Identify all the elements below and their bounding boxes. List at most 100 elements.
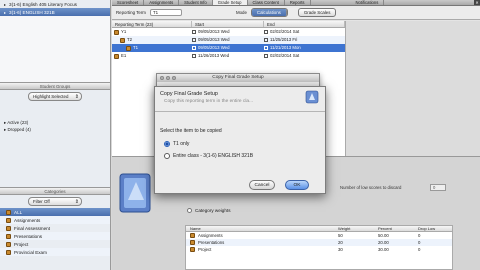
term-cell: Y1 [121, 29, 127, 34]
end-cell: 02/02/2014 Sat [270, 29, 300, 34]
end-cell: 11/25/2013 Fri [270, 37, 298, 42]
dialog-divider [155, 111, 325, 112]
window-titlebar[interactable]: Copy Final Grade Setup [157, 74, 319, 82]
calendar-icon [192, 37, 196, 42]
col-percent[interactable]: Percent [376, 226, 416, 231]
category-label: Presentations [14, 233, 43, 239]
category-weights-table: Name Weight Percent Drop Low Assignments… [185, 225, 453, 270]
course-item-selected[interactable]: ▸ 3(1-6) ENGLISH 321B [0, 8, 110, 16]
category-icon [6, 241, 11, 247]
option-label: T1 only [173, 141, 190, 147]
table-row-selected[interactable]: T1 09/05/2013 Wed 11/21/2013 Mon [112, 44, 345, 52]
filter-popup[interactable]: Filter Off [28, 197, 82, 206]
category-icon [190, 233, 195, 238]
tab-student-info[interactable]: Student Info [179, 0, 213, 5]
tab-reports[interactable]: Reports [285, 0, 311, 5]
status-item[interactable]: ▸ Dropped (4) [0, 126, 110, 133]
table-row[interactable]: T2 09/05/2013 Wed 11/25/2013 Fri [112, 36, 345, 44]
name-cell: Project [198, 247, 212, 252]
col-term[interactable]: Reporting Term (23) [112, 21, 192, 27]
minimize-window-icon[interactable] [166, 76, 170, 80]
drop-low-cell[interactable]: 0 [416, 246, 452, 253]
calendar-icon [192, 53, 196, 58]
category-weights-option[interactable]: Category weights [187, 208, 231, 213]
end-cell: 02/02/2014 Sat [270, 53, 300, 58]
category-item[interactable]: Project [0, 240, 110, 248]
calendar-icon [192, 45, 196, 50]
table-row[interactable]: Presentations 20 20.00 0 [186, 239, 452, 246]
tab-notifications[interactable]: Notifications [351, 0, 385, 5]
col-weight[interactable]: Weight [336, 226, 376, 231]
app-icon [305, 90, 319, 104]
category-item[interactable]: Presentations [0, 232, 110, 240]
student-groups-header: Student Groups [0, 82, 110, 90]
status-item[interactable]: ▸ Active (23) [0, 119, 110, 126]
copy-grade-setup-dialog: Copy Final Grade Setup Copy this reporti… [154, 86, 326, 194]
term-cell: T1 [133, 45, 139, 50]
close-icon[interactable]: ✕ [474, 0, 480, 5]
col-name[interactable]: Name [186, 226, 336, 231]
category-icon [190, 240, 195, 245]
percent-cell: 30.00 [378, 247, 389, 252]
tab-assignments[interactable]: Assignments [144, 0, 180, 5]
category-item[interactable]: ALL [0, 208, 110, 216]
category-icon [190, 247, 195, 252]
category-icon [6, 209, 11, 215]
category-item[interactable]: Assignments [0, 216, 110, 224]
col-drop-low[interactable]: Drop Low [416, 226, 452, 231]
mode-calculations[interactable]: Calculations [251, 9, 287, 16]
col-start[interactable]: Start [192, 21, 264, 27]
radio-entire-class[interactable] [164, 153, 170, 159]
end-cell: 11/21/2013 Mon [270, 45, 301, 50]
reporting-term-field[interactable]: T1 [149, 9, 182, 16]
option-term-only[interactable]: T1 only [164, 141, 189, 147]
weights-table-empty [186, 253, 452, 269]
weight-cell[interactable]: 30 [336, 246, 376, 253]
col-end[interactable]: End [264, 21, 345, 27]
option-entire-class[interactable]: Entire class - 3(1-6) ENGLISH 321B [164, 153, 253, 159]
mode-segmented-control[interactable]: Calculations [250, 8, 288, 17]
reporting-term-value: T1 [152, 10, 159, 15]
close-window-icon[interactable] [160, 76, 164, 80]
highlight-popup[interactable]: Highlight Selected [28, 92, 82, 101]
tab-class-content[interactable]: Class Content [248, 0, 285, 5]
dialog-subtitle: Copy this reporting term in the entire c… [164, 99, 254, 104]
drop-low-cell[interactable]: 0 [416, 232, 452, 239]
grade-scales-button[interactable]: Grade Scales [297, 8, 337, 17]
category-icon [6, 249, 11, 255]
dialog-title: Copy Final Grade Setup [160, 91, 218, 97]
weight-cell[interactable]: 50 [336, 232, 376, 239]
tab-grade-setup[interactable]: Grade Setup [212, 0, 248, 5]
term-detail-pane [345, 21, 480, 156]
drop-low-cell[interactable]: 0 [416, 239, 452, 246]
cancel-button[interactable]: Cancel [249, 180, 275, 190]
discard-field[interactable]: 0 [430, 184, 446, 191]
dialog-prompt: Select the item to be copied [160, 128, 222, 134]
table-row[interactable]: E1 11/26/2013 Wed 02/02/2014 Sat [112, 52, 345, 60]
percent-cell: 20.00 [378, 240, 389, 245]
table-row[interactable]: Assignments 50 50.00 0 [186, 232, 452, 239]
category-weights-radio[interactable] [187, 208, 192, 213]
calendar-icon [264, 29, 268, 34]
calendar-icon [264, 53, 268, 58]
weight-cell[interactable]: 20 [336, 239, 376, 246]
start-cell: 09/05/2013 Wed [198, 29, 230, 34]
category-icon [6, 217, 11, 223]
disclosure-arrow-icon[interactable]: ▸ [4, 2, 6, 7]
zoom-window-icon[interactable] [172, 76, 176, 80]
category-item[interactable]: Final Assessment [0, 224, 110, 232]
radio-term-only[interactable] [164, 141, 170, 147]
disclosure-arrow-icon[interactable]: ▸ [4, 10, 6, 15]
folder-icon [126, 45, 131, 51]
course-item[interactable]: ▸ 3(1-6) English 405 Literary Focus [0, 0, 110, 8]
table-row[interactable]: Project 30 30.00 0 [186, 246, 452, 253]
ok-button[interactable]: OK [285, 180, 309, 190]
table-row[interactable]: Y1 09/05/2013 Wed 02/02/2014 Sat [112, 28, 345, 36]
category-item[interactable]: Provincial Exam [0, 248, 110, 256]
reporting-term-label: Reporting Term [116, 10, 146, 15]
category-weights-label: Category weights [195, 208, 231, 213]
term-table-header: Reporting Term (23) Start End [112, 21, 345, 28]
tab-scoresheet[interactable]: Scoresheet [112, 0, 145, 5]
